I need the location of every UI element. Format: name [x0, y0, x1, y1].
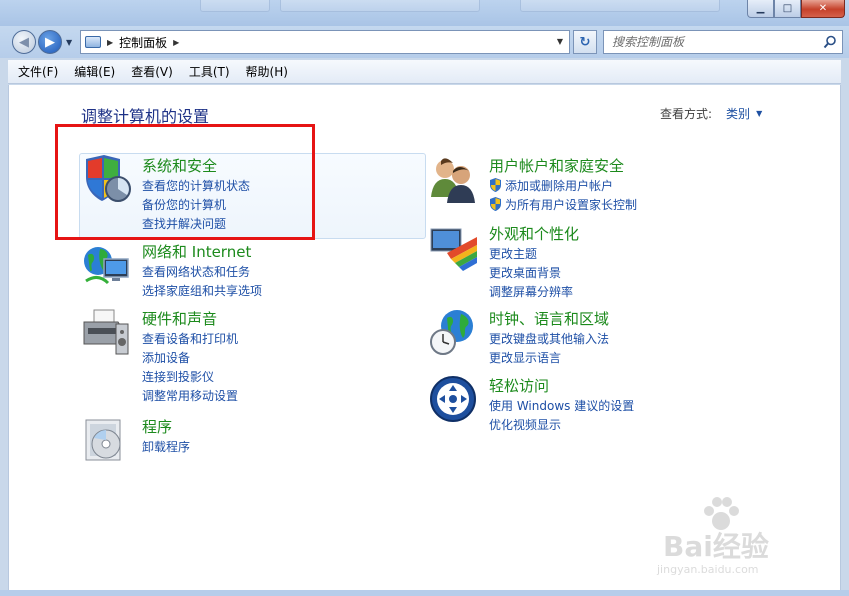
link-network-status[interactable]: 查看网络状态和任务 — [142, 263, 262, 282]
background-tab — [280, 0, 480, 12]
annotation-highlight-box — [55, 124, 315, 240]
link-mobility-settings[interactable]: 调整常用移动设置 — [142, 387, 238, 406]
link-screen-resolution[interactable]: 调整屏幕分辨率 — [489, 283, 573, 302]
category-title[interactable]: 时钟、语言和区域 — [489, 308, 609, 329]
appearance-icon — [430, 228, 477, 271]
category-title[interactable]: 程序 — [142, 416, 172, 437]
menu-edit[interactable]: 编辑(E) — [64, 63, 121, 80]
window-controls: ▁ □ ✕ — [747, 0, 845, 18]
control-panel-content: 调整计算机的设置 查看方式: 类别 ▼ 系统和安全 查看您的计算机状态 备份您的… — [8, 85, 841, 590]
view-by-label: 查看方式: — [660, 107, 713, 121]
menu-tools[interactable]: 工具(T) — [179, 63, 236, 80]
menu-help[interactable]: 帮助(H) — [236, 63, 294, 80]
breadcrumb-separator-icon[interactable]: ▶ — [173, 38, 179, 47]
ease-of-access-icon — [430, 376, 476, 422]
search-box[interactable] — [603, 30, 843, 54]
printer-icon — [83, 309, 129, 355]
users-icon — [431, 158, 475, 203]
link-add-remove-accounts[interactable]: 添加或删除用户帐户 — [489, 177, 637, 196]
link-windows-recommended-settings[interactable]: 使用 Windows 建议的设置 — [489, 397, 634, 416]
link-parental-controls[interactable]: 为所有用户设置家长控制 — [489, 196, 637, 215]
address-bar[interactable]: ▶ 控制面板 ▶ ▼ — [80, 30, 570, 54]
view-by-dropdown[interactable]: 类别 — [726, 105, 750, 122]
search-input[interactable] — [604, 35, 814, 49]
arrow-left-icon: ◀ — [19, 34, 29, 50]
uac-shield-icon — [490, 178, 501, 192]
link-change-display-language[interactable]: 更改显示语言 — [489, 349, 609, 368]
link-add-device[interactable]: 添加设备 — [142, 349, 238, 368]
background-tab — [200, 0, 270, 12]
category-title[interactable]: 网络和 Internet — [142, 241, 251, 262]
close-button[interactable]: ✕ — [801, 0, 845, 18]
minimize-button[interactable]: ▁ — [747, 0, 774, 18]
clock-globe-icon — [430, 310, 473, 355]
link-homegroup-sharing[interactable]: 选择家庭组和共享选项 — [142, 282, 262, 301]
recent-pages-dropdown[interactable]: ▼ — [66, 38, 72, 47]
category-title[interactable]: 轻松访问 — [489, 375, 549, 396]
back-button[interactable]: ◀ — [12, 30, 36, 54]
link-connect-projector[interactable]: 连接到投影仪 — [142, 368, 238, 387]
control-panel-icon — [85, 36, 101, 48]
menu-file[interactable]: 文件(F) — [8, 63, 64, 80]
window-titlebar: ▁ □ ✕ — [0, 0, 849, 26]
breadcrumb-separator-icon[interactable]: ▶ — [107, 38, 113, 47]
window-frame-bottom — [0, 590, 849, 596]
link-change-keyboard-input[interactable]: 更改键盘或其他输入法 — [489, 330, 609, 349]
link-change-desktop-background[interactable]: 更改桌面背景 — [489, 264, 573, 283]
view-by: 查看方式: 类别 ▼ — [660, 105, 762, 122]
watermark-brand: Bai经验 — [663, 530, 769, 563]
link-change-theme[interactable]: 更改主题 — [489, 245, 573, 264]
watermark-logo: Bai经验 jingyan.baidu.com — [649, 495, 819, 585]
watermark-url: jingyan.baidu.com — [657, 563, 759, 576]
link-uninstall-program[interactable]: 卸载程序 — [142, 438, 190, 457]
navigation-bar: ◀ ▶ ▼ ▶ 控制面板 ▶ ▼ ↻ — [0, 26, 849, 58]
network-globe-icon — [84, 247, 129, 285]
refresh-button[interactable]: ↻ — [573, 30, 597, 54]
menu-bar: 文件(F) 编辑(E) 查看(V) 工具(T) 帮助(H) — [8, 60, 841, 84]
forward-button[interactable]: ▶ — [38, 30, 62, 54]
category-title[interactable]: 硬件和声音 — [142, 308, 217, 329]
link-label[interactable]: 添加或删除用户帐户 — [505, 179, 613, 193]
address-dropdown-icon[interactable]: ▼ — [557, 37, 563, 46]
link-label[interactable]: 为所有用户设置家长控制 — [505, 198, 637, 212]
chevron-down-icon[interactable]: ▼ — [756, 109, 762, 118]
category-title[interactable]: 用户帐户和家庭安全 — [489, 155, 624, 176]
arrow-right-icon: ▶ — [45, 34, 55, 50]
uac-shield-icon — [490, 197, 501, 211]
link-optimize-visual-display[interactable]: 优化视频显示 — [489, 416, 634, 435]
refresh-icon: ↻ — [579, 34, 591, 50]
menu-view[interactable]: 查看(V) — [121, 63, 179, 80]
category-title[interactable]: 外观和个性化 — [489, 223, 579, 244]
programs-icon — [85, 419, 121, 461]
maximize-button[interactable]: □ — [774, 0, 801, 18]
link-devices-printers[interactable]: 查看设备和打印机 — [142, 330, 238, 349]
background-tab — [520, 0, 720, 12]
search-icon[interactable] — [823, 35, 837, 49]
breadcrumb-control-panel[interactable]: 控制面板 — [119, 34, 167, 51]
